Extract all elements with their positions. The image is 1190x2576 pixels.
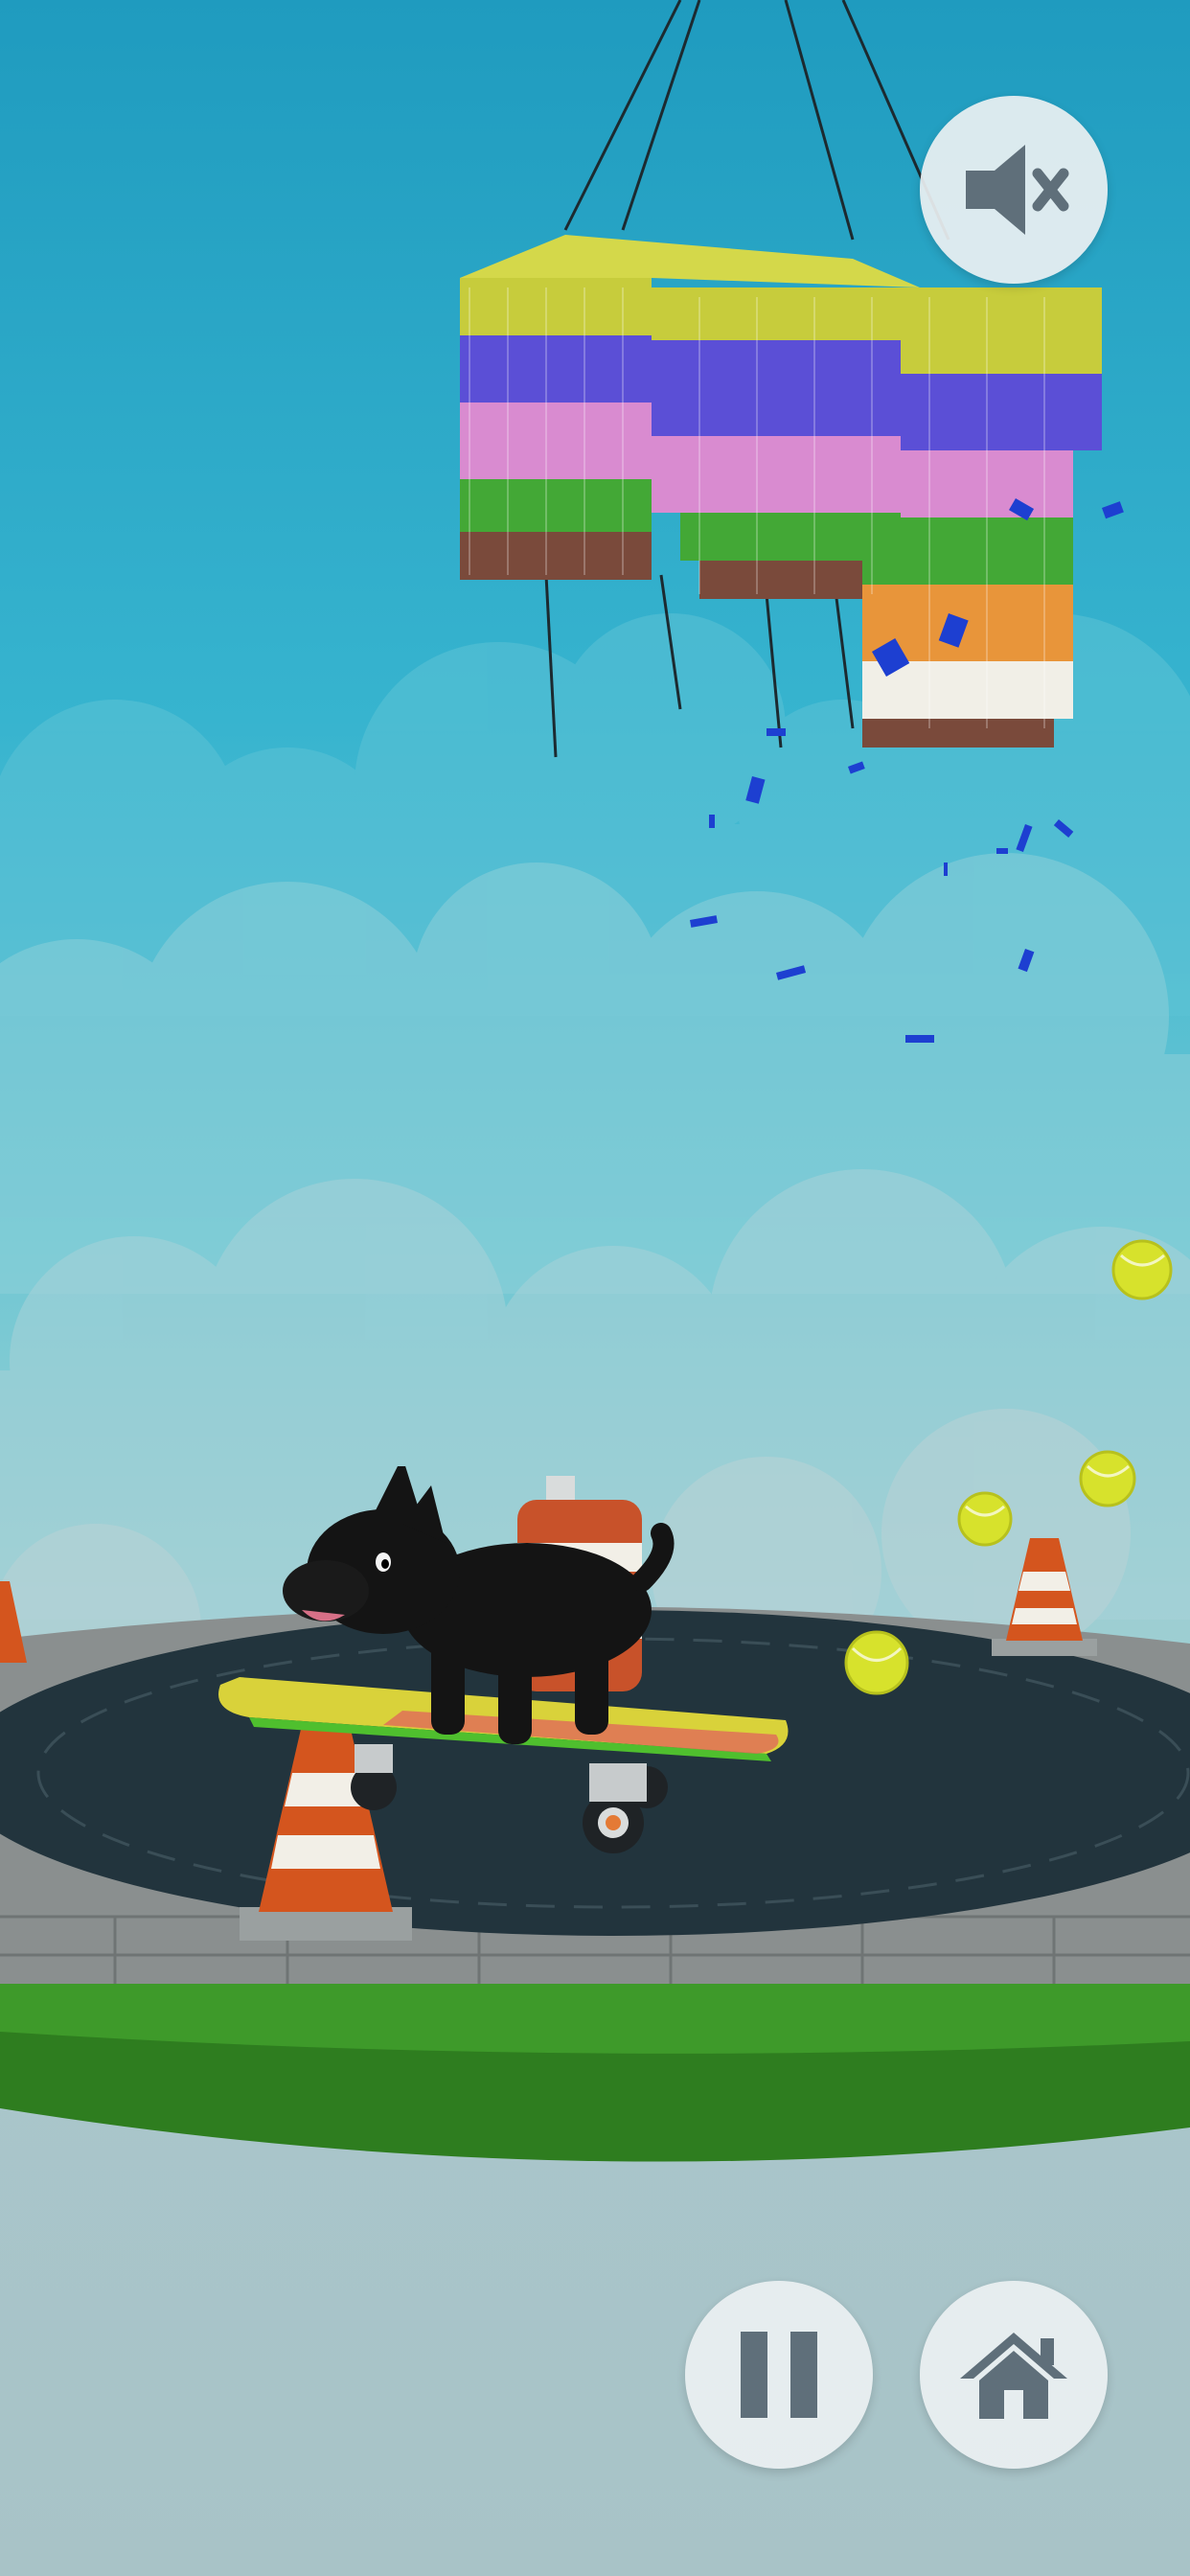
home-icon [960,2333,1067,2419]
pause-icon [741,2332,817,2418]
pause-button[interactable] [685,2281,873,2469]
dog-on-skateboard [218,1466,789,1853]
game-scene[interactable] [0,0,1190,2576]
mute-button[interactable] [920,96,1108,284]
speaker-muted-icon [966,145,1069,235]
home-button[interactable] [920,2281,1108,2469]
